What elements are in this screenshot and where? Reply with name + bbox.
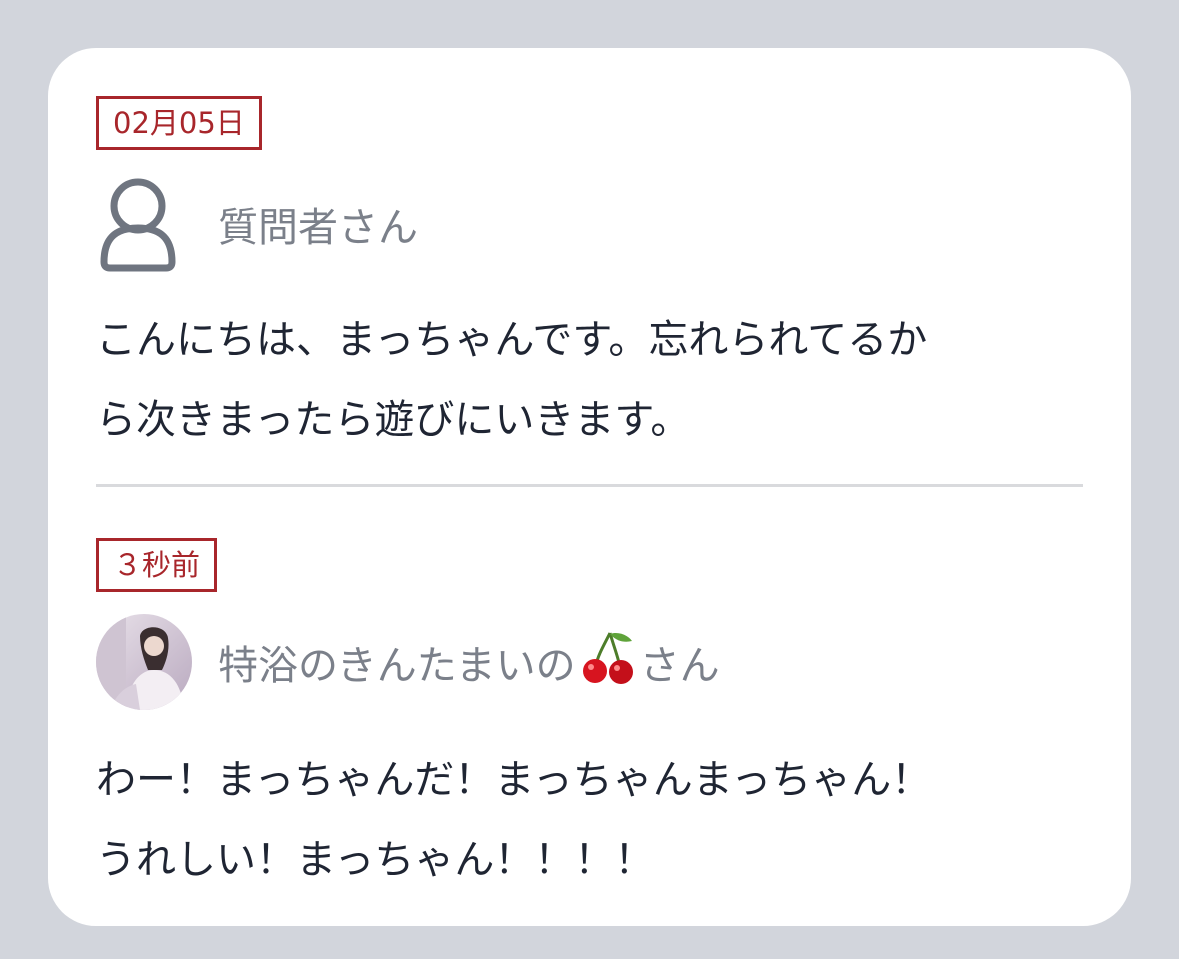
post-line: うれしい！まっちゃん！！！！ — [96, 837, 655, 883]
divider — [96, 484, 1083, 487]
post-body: こんにちは、まっちゃんです。忘れられてるか ら次きまったら遊びにいきます。 — [96, 300, 1096, 460]
author-name: 特浴のきんたまいの さん — [218, 629, 720, 695]
date-badge: 02月05日 — [96, 96, 262, 150]
person-outline-icon — [96, 176, 180, 272]
post-line: ら次きまったら遊びにいきます。 — [96, 397, 691, 443]
author-row: 特浴のきんたまいの さん — [96, 614, 720, 710]
author-row: 質問者さん — [96, 176, 418, 272]
cherry-emoji-icon — [580, 629, 636, 695]
author-name: 質問者さん — [218, 205, 418, 251]
post-line: わー！まっちゃんだ！まっちゃんまっちゃん！ — [96, 757, 932, 803]
user-photo-avatar[interactable] — [96, 614, 192, 710]
author-name-suffix: さん — [639, 643, 720, 689]
post-line: こんにちは、まっちゃんです。忘れられてるか — [96, 317, 928, 363]
author-name-prefix: 特浴のきんたまいの — [218, 643, 576, 689]
comment-card: 02月05日 質問者さん こんにちは、まっちゃんです。忘れられてるか ら次きまっ… — [48, 48, 1131, 926]
post-body: わー！まっちゃんだ！まっちゃんまっちゃん！ うれしい！まっちゃん！！！！ — [96, 740, 1096, 900]
date-badge: ３秒前 — [96, 538, 218, 592]
